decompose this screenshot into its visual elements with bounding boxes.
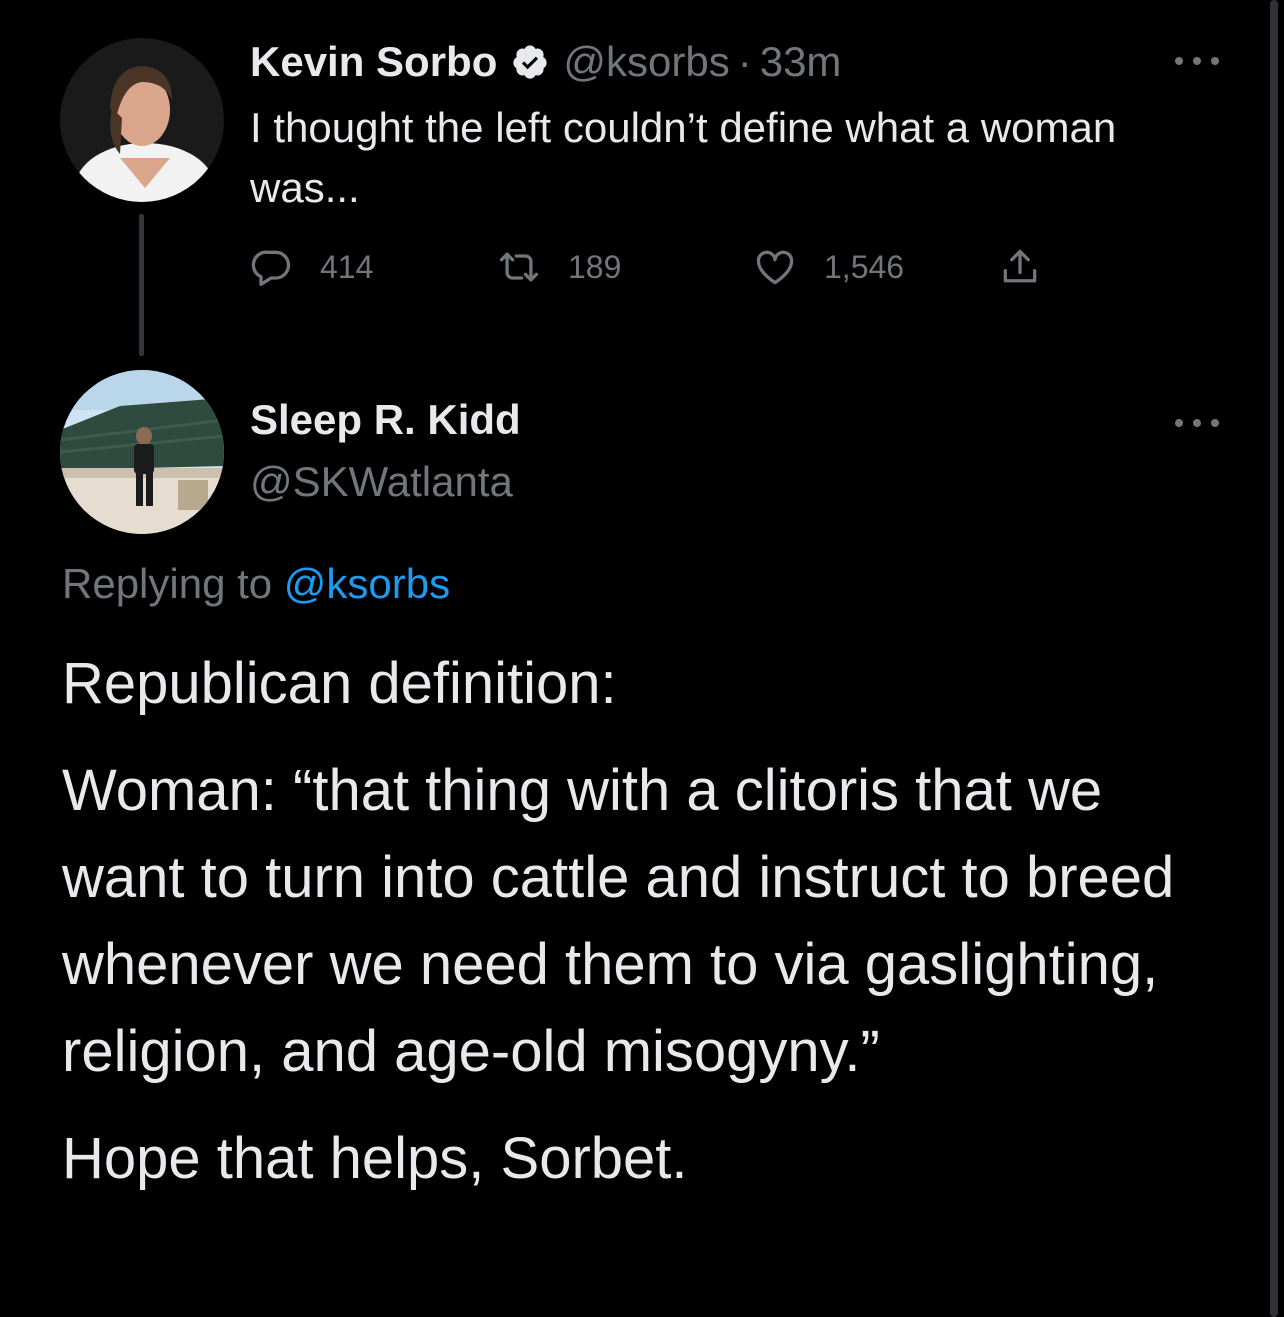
- tweet-header: Kevin Sorbo @ksorbs · 33m: [250, 34, 841, 90]
- thread-connector-line: [139, 214, 144, 356]
- retweet-button[interactable]: 189: [496, 242, 621, 292]
- more-horizontal-icon[interactable]: [1175, 54, 1219, 68]
- share-icon: [998, 245, 1042, 289]
- retweet-icon: [496, 245, 542, 289]
- reply-button[interactable]: 414: [250, 242, 373, 292]
- tweet-paragraph: Woman: “that thing with a clitoris that …: [62, 758, 1175, 1084]
- tweet-paragraph: Republican definition:: [62, 651, 617, 716]
- author-name[interactable]: Sleep R. Kidd: [250, 396, 521, 444]
- author-handle[interactable]: @SKWatlanta: [250, 458, 513, 506]
- heart-icon: [752, 245, 798, 289]
- avatar-sleep-r-kidd[interactable]: [60, 370, 224, 534]
- share-button[interactable]: [998, 242, 1042, 292]
- like-button[interactable]: 1,546: [752, 242, 904, 292]
- replying-to-label: Replying to: [62, 560, 273, 607]
- reply-icon: [250, 245, 294, 289]
- retweet-count: 189: [568, 248, 622, 285]
- tweet-text: I thought the left couldn’t define what …: [250, 104, 1117, 211]
- verified-badge-icon: [511, 43, 549, 81]
- like-count: 1,546: [824, 248, 905, 285]
- author-handle[interactable]: @ksorbs: [563, 38, 729, 86]
- replying-to-mention[interactable]: @ksorbs: [284, 560, 450, 607]
- replying-to-line: Replying to @ksorbs: [62, 560, 450, 608]
- avatar-kevin-sorbo[interactable]: [60, 38, 224, 202]
- tweet-actions: 414 189 1,546: [250, 242, 1070, 292]
- tweet-text: Republican definition: Woman: “that thin…: [62, 640, 1232, 1202]
- tweet-timestamp[interactable]: 33m: [760, 38, 842, 86]
- tweet-paragraph: Hope that helps, Sorbet.: [62, 1126, 688, 1191]
- reply-count: 414: [320, 248, 374, 285]
- separator-dot: ·: [737, 38, 752, 85]
- scrollbar[interactable]: [1270, 0, 1278, 1317]
- author-name[interactable]: Kevin Sorbo: [250, 38, 497, 86]
- more-horizontal-icon[interactable]: [1175, 416, 1219, 430]
